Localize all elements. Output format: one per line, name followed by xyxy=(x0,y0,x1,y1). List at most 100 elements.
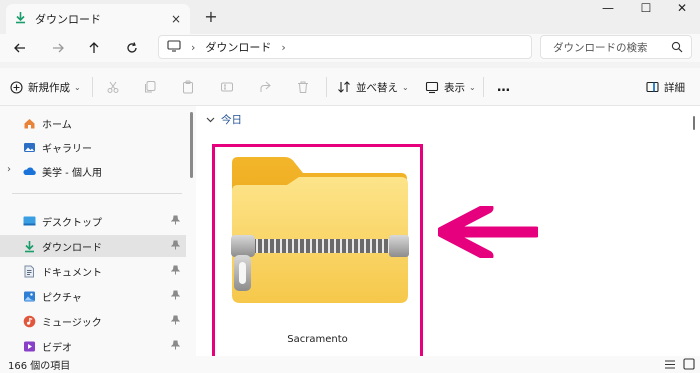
plus-circle-icon xyxy=(10,80,23,94)
search-placeholder: ダウンロードの検索 xyxy=(553,41,648,54)
new-label: 新規作成 xyxy=(28,81,70,94)
sidebar-item-label: 美学 - 個人用 xyxy=(42,167,102,179)
close-window-button[interactable]: ✕ xyxy=(664,0,700,20)
monitor-icon xyxy=(167,39,181,55)
sidebar-item-label: ビデオ xyxy=(42,342,72,354)
sidebar-divider xyxy=(12,193,182,194)
arrow-right-icon xyxy=(53,43,64,53)
delete-button[interactable] xyxy=(296,76,310,98)
file-item-sacramento[interactable]: Sacramento xyxy=(212,144,423,362)
pin-icon xyxy=(170,265,181,278)
toolbar-divider xyxy=(326,77,327,97)
chevron-down-icon: ⌄ xyxy=(469,82,476,92)
file-name: Sacramento xyxy=(287,334,348,345)
search-box[interactable]: ダウンロードの検索 xyxy=(540,35,692,59)
new-button[interactable]: 新規作成 ⌄ xyxy=(10,76,81,98)
sort-label: 並べ替え xyxy=(356,81,398,94)
download-icon xyxy=(14,11,27,27)
chevron-right-icon[interactable]: › xyxy=(7,164,11,175)
sidebar-item-videos[interactable]: ビデオ xyxy=(0,335,186,356)
file-list: 今日 Sacramento xyxy=(196,106,700,362)
onedrive-icon xyxy=(22,164,36,178)
back-button[interactable] xyxy=(6,34,34,62)
chevron-down-icon xyxy=(206,117,215,122)
up-button[interactable] xyxy=(80,34,108,62)
sort-icon xyxy=(338,81,350,93)
new-tab-button[interactable]: + xyxy=(200,6,222,28)
sidebar-item-downloads[interactable]: ダウンロード xyxy=(0,235,186,257)
sidebar-item-label: ホーム xyxy=(42,119,72,131)
chevron-right-icon: › xyxy=(191,40,196,54)
pointing-arrow xyxy=(438,206,538,258)
sidebar-item-desktop[interactable]: デスクトップ xyxy=(0,210,186,232)
share-icon xyxy=(260,81,271,92)
sidebar-item-label: ダウンロード xyxy=(42,242,102,254)
large-icons-view-icon[interactable] xyxy=(683,358,695,373)
chevron-down-icon: ⌄ xyxy=(402,82,409,92)
zip-folder-icon xyxy=(231,157,409,303)
copy-button[interactable] xyxy=(143,76,157,98)
maximize-button[interactable]: ☐ xyxy=(628,0,664,20)
desktop-icon xyxy=(22,214,36,228)
refresh-icon xyxy=(127,42,137,53)
paste-button[interactable] xyxy=(181,76,195,98)
details-pane-button[interactable]: 詳細 xyxy=(646,76,685,98)
share-button[interactable] xyxy=(258,76,272,98)
content-scrollbar[interactable] xyxy=(688,106,700,356)
forward-button[interactable] xyxy=(44,34,72,62)
home-icon xyxy=(22,116,36,130)
rename-icon xyxy=(221,82,233,92)
pin-icon xyxy=(170,215,181,228)
cut-icon xyxy=(107,81,119,93)
sidebar-scrollbar-thumb[interactable] xyxy=(190,112,193,178)
pictures-icon xyxy=(22,289,36,303)
pin-icon xyxy=(170,290,181,303)
sidebar-item-label: ギャラリー xyxy=(42,143,92,155)
cut-button[interactable] xyxy=(106,76,120,98)
status-bar: 166 個の項目 xyxy=(0,356,700,373)
refresh-button[interactable] xyxy=(118,34,146,62)
sidebar-scrollbar[interactable] xyxy=(186,106,196,356)
sidebar-item-label: ドキュメント xyxy=(42,267,102,279)
sort-button[interactable]: 並べ替え ⌄ xyxy=(337,76,409,98)
command-bar: 新規作成 ⌄ 並べ替え ⌄ 表示 ⌄ … 詳細 xyxy=(0,68,700,106)
sidebar-item-documents[interactable]: ドキュメント xyxy=(0,260,186,282)
navigation-bar: › ダウンロード › ダウンロードの検索 xyxy=(0,34,700,62)
item-count: 166 個の項目 xyxy=(8,361,71,372)
sidebar-item-gallery[interactable]: ギャラリー xyxy=(0,136,186,158)
tab-close-button[interactable]: × xyxy=(166,12,186,26)
sidebar-item-music[interactable]: ミュージック xyxy=(0,310,186,332)
address-bar[interactable]: › ダウンロード › xyxy=(158,35,532,59)
sidebar-item-home[interactable]: ホーム xyxy=(0,112,186,134)
music-icon xyxy=(22,314,36,328)
breadcrumb-downloads[interactable]: ダウンロード xyxy=(205,39,271,55)
details-pane-icon xyxy=(646,81,659,93)
group-header-today[interactable]: 今日 xyxy=(206,112,242,127)
tab-downloads[interactable]: ダウンロード × xyxy=(6,4,190,34)
chevron-right-icon[interactable]: › xyxy=(281,41,285,54)
content-scrollbar-thumb[interactable] xyxy=(693,116,695,130)
pin-icon xyxy=(170,240,181,253)
download-icon xyxy=(22,239,36,253)
sidebar-item-onedrive[interactable]: › 美学 - 個人用 xyxy=(0,160,186,182)
more-options-button[interactable]: … xyxy=(497,76,510,98)
sidebar-item-pictures[interactable]: ピクチャ xyxy=(0,285,186,307)
toolbar-divider xyxy=(92,77,93,97)
chevron-down-icon: ⌄ xyxy=(74,82,81,92)
gallery-icon xyxy=(22,140,36,154)
videos-icon xyxy=(22,339,36,353)
copy-icon xyxy=(145,81,156,93)
rename-button[interactable] xyxy=(220,76,234,98)
sidebar-item-label: ピクチャ xyxy=(42,292,82,304)
view-label: 表示 xyxy=(444,81,465,94)
title-bar: ダウンロード × + — ☐ ✕ xyxy=(0,0,700,34)
paste-icon xyxy=(183,80,193,94)
pin-icon xyxy=(170,340,181,353)
view-button[interactable]: 表示 ⌄ xyxy=(425,76,476,98)
details-label: 詳細 xyxy=(664,81,685,94)
sidebar-item-label: デスクトップ xyxy=(42,217,102,229)
details-view-icon[interactable] xyxy=(664,359,676,373)
minimize-button[interactable]: — xyxy=(590,0,626,20)
view-icon xyxy=(425,81,439,93)
arrow-left-icon xyxy=(14,43,25,53)
